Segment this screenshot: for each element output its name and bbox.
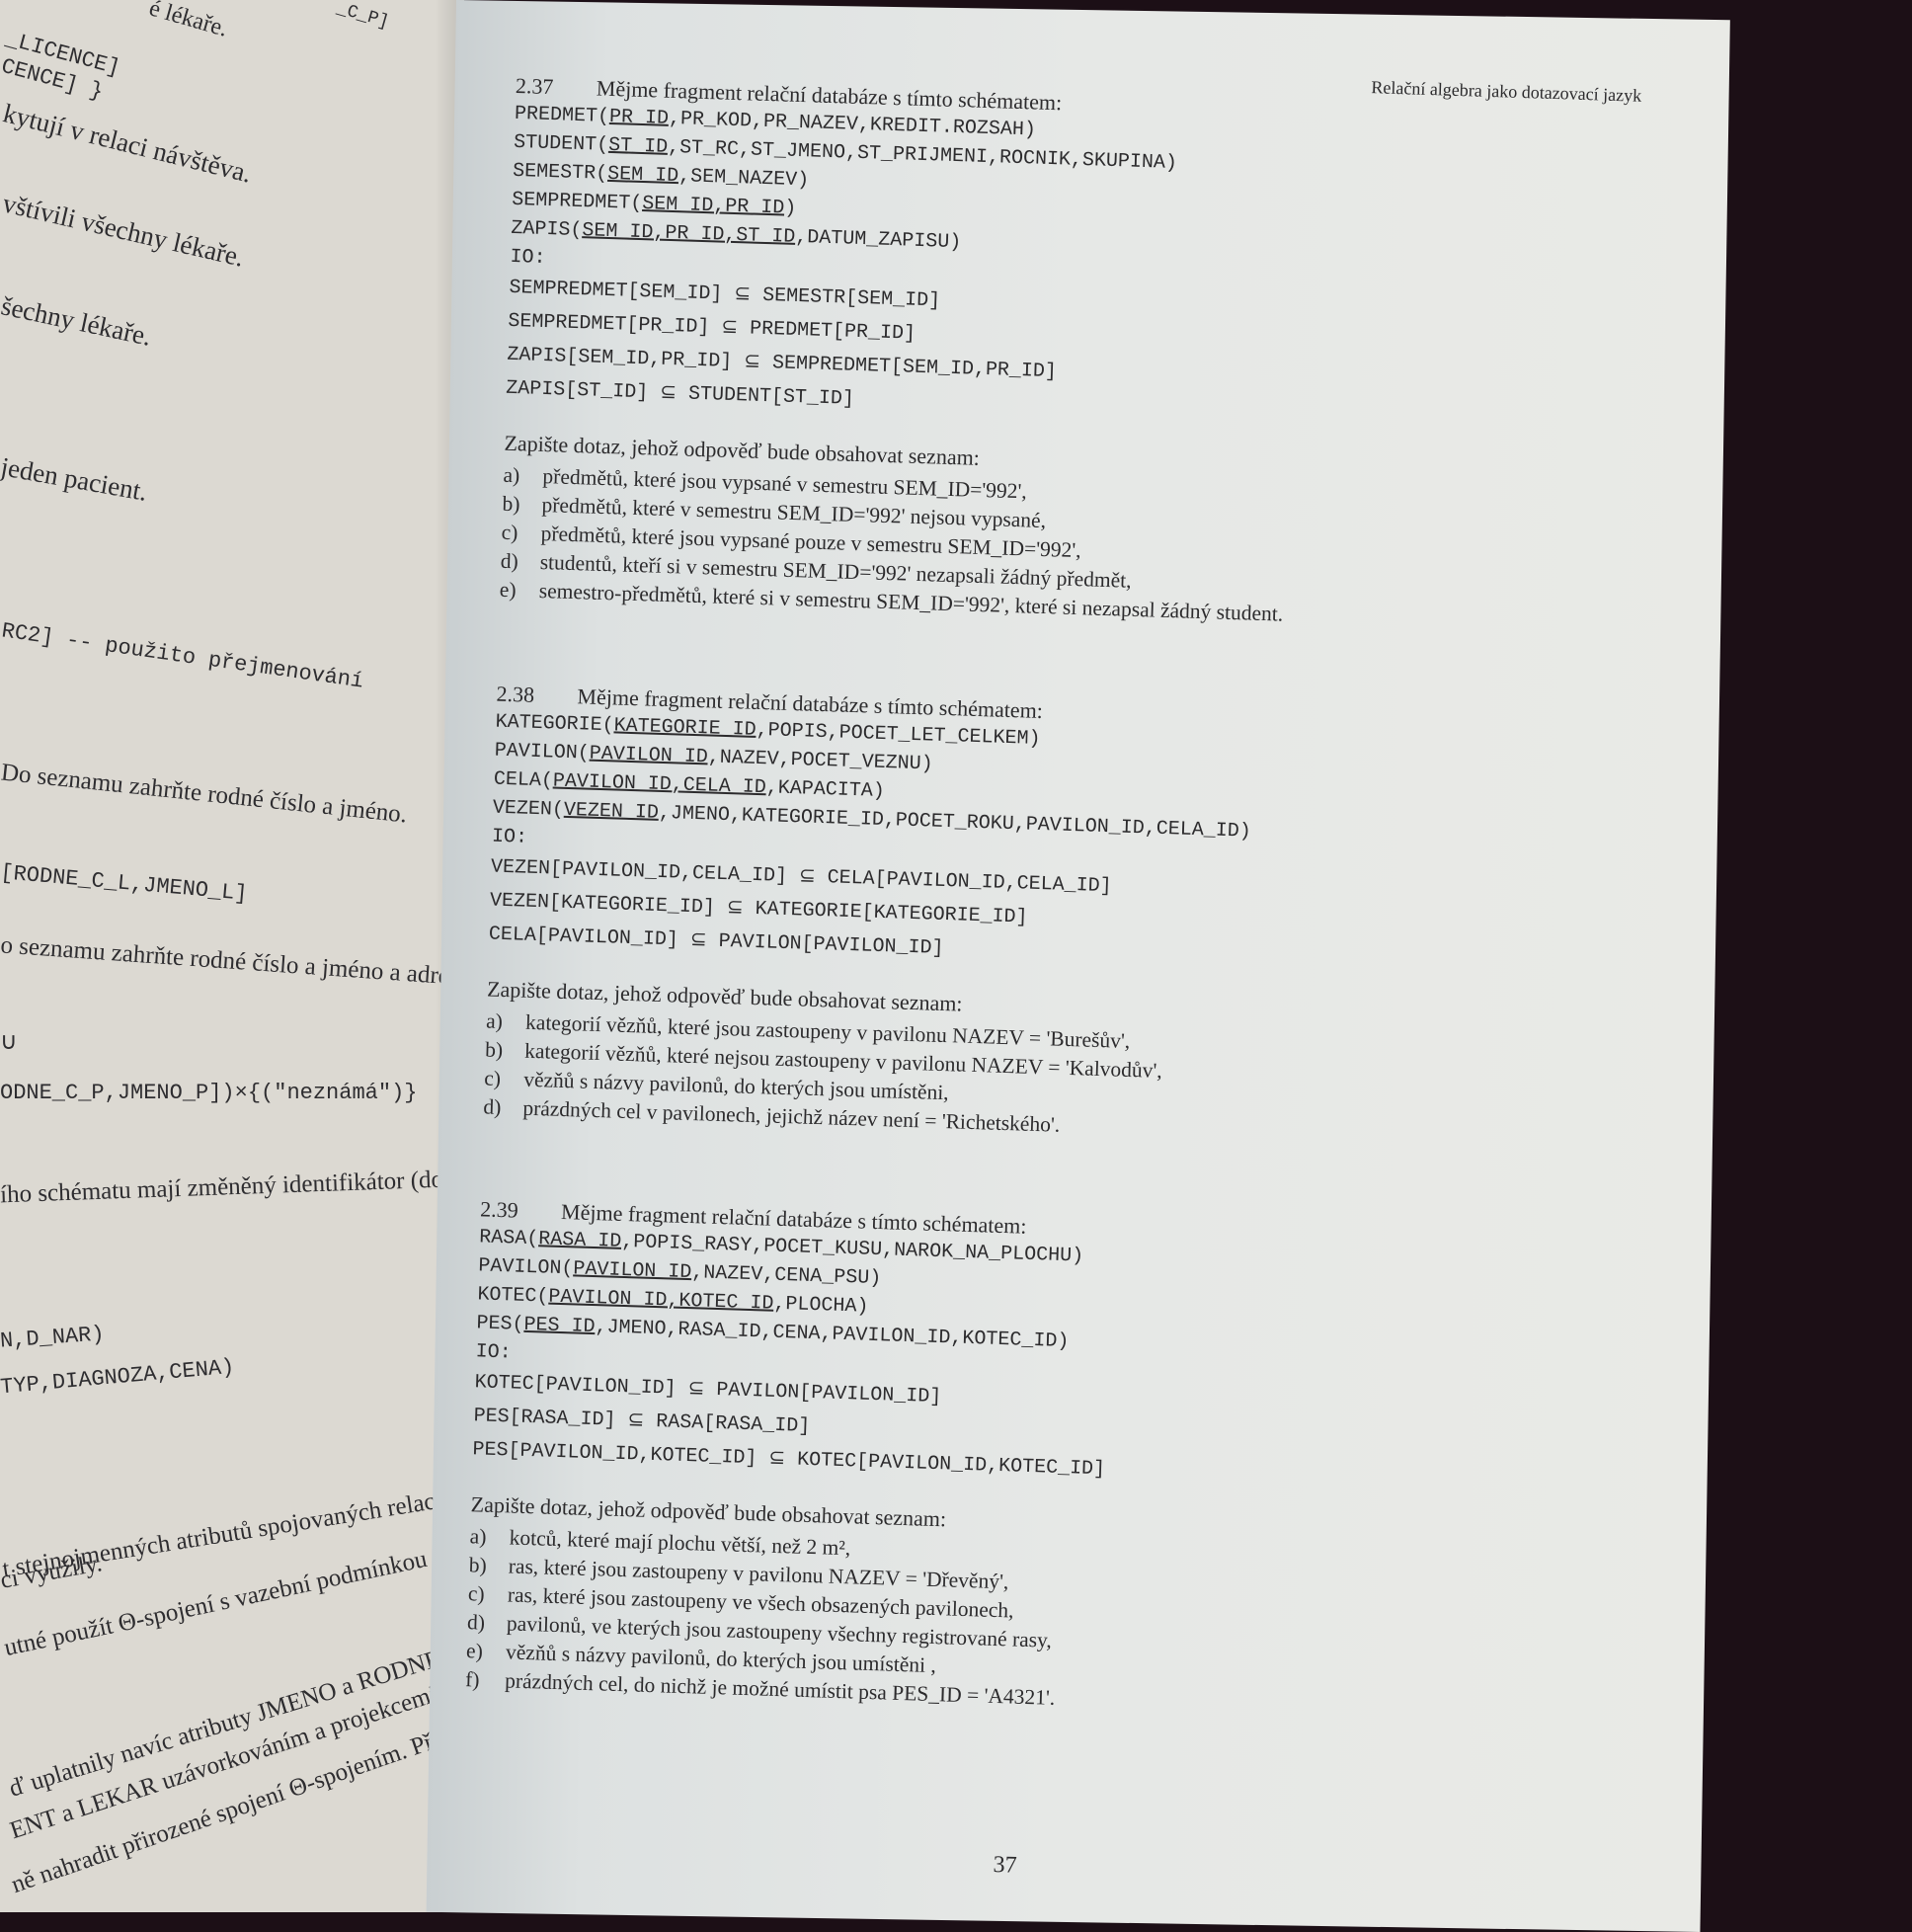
left-line: TYP,DIAGNOZA,CENA) [0, 1354, 236, 1401]
left-line: vštívili všechny lékaře. [0, 188, 247, 273]
left-page: é lékaře. _C_P] _LICENCE] CENCE] } kytuj… [0, 0, 464, 1912]
left-line: o seznamu zahrňte rodné číslo a jméno a … [0, 931, 464, 992]
left-line: RC2] -- použito přejmenování [0, 618, 365, 694]
left-line: šechny lékaře. [0, 290, 154, 352]
item-list: a) předmětů, které jsou vypsané v semestr… [499, 461, 1648, 640]
page-content: Relační algebra jako dotazovací jazyk 2.… [459, 40, 1662, 1903]
exercise-number: 2.37 [515, 72, 554, 100]
left-line: [RODNE_C_L,JMENO_L] [0, 860, 249, 907]
left-line: jeden pacient. [0, 451, 150, 507]
right-page: Relační algebra jako dotazovací jazyk 2.… [426, 0, 1730, 1932]
schema-relation: PES(PES_ID,JMENO,RASA_ID,CENA,PAVILON_ID… [476, 1312, 1070, 1354]
left-line: é lékaře. [146, 0, 231, 42]
left-line: _C_P] [334, 0, 391, 34]
page-number: 37 [993, 1852, 1017, 1879]
exercise-2-38: 2.38 Mějme fragment relační databáze s tí… [483, 681, 1641, 1158]
io-label: IO: [510, 245, 546, 270]
left-line: Do seznamu zahrňte rodné číslo a jméno. [0, 759, 409, 829]
left-line: N,D_NAR) [0, 1322, 106, 1354]
left-line: ího schématu mají změněný identifikátor … [0, 1165, 464, 1209]
io-label: IO: [475, 1340, 512, 1365]
schema-relation: SEMESTR(SEM_ID,SEM_NAZEV) [512, 159, 810, 193]
exercise-number: 2.39 [479, 1196, 519, 1223]
exercise-2-37: 2.37 Mějme fragment relační databáze s tí… [499, 72, 1660, 640]
item-list: a) kotců, které mají plochu větší, než 2 … [465, 1522, 1616, 1730]
exercise-number: 2.38 [496, 681, 535, 707]
left-line: kytují v relaci návštěva. [0, 98, 255, 189]
left-line: ∪ [0, 1029, 18, 1055]
io-label: IO: [491, 825, 528, 849]
schema-relation: VEZEN(VEZEN_ID,JMENO,KATEGORIE_ID,POCET_… [492, 796, 1252, 844]
schema-relation: ZAPIS(SEM_ID,PR_ID,ST_ID,DATUM_ZAPISU) [511, 216, 962, 255]
exercise-2-39: 2.39 Mějme fragment relační databáze s tí… [465, 1195, 1626, 1730]
schema-relation: SEMPREDMET(SEM_ID,PR_ID) [511, 188, 797, 220]
left-line: ODNE_C_P,JMENO_P])×{("neznámá")} [0, 1081, 418, 1105]
